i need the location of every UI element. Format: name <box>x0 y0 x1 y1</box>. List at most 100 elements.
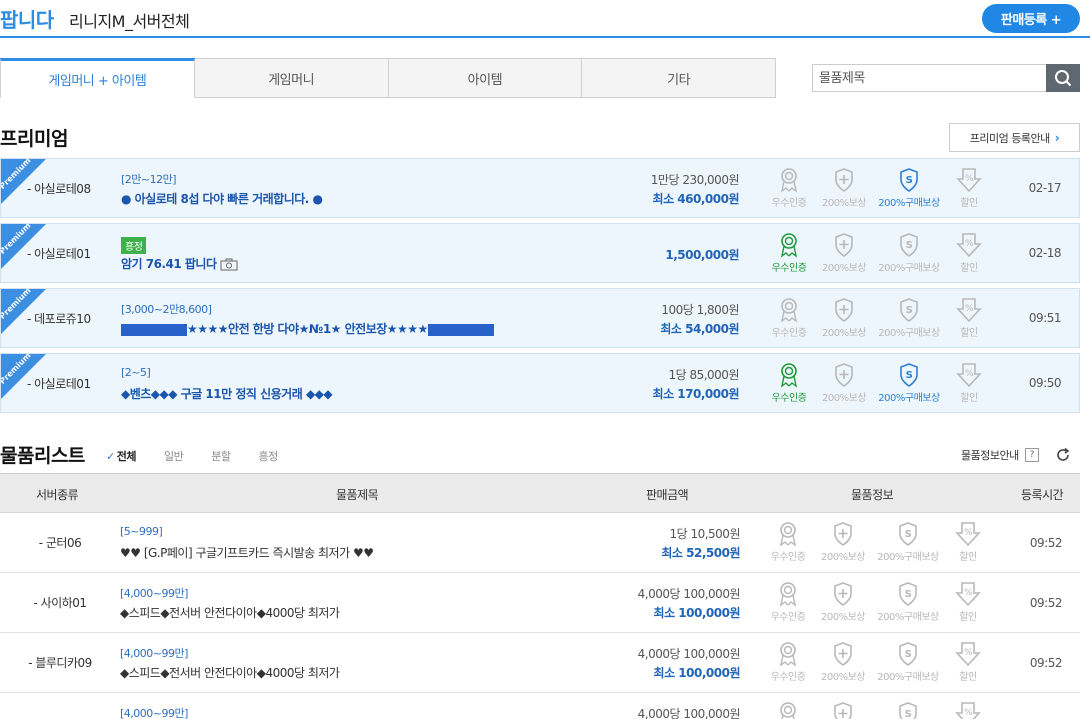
min-price: 최소 54,000원 <box>660 322 739 336</box>
register-date: 09:52 <box>1029 535 1063 550</box>
item-title-text: ◆벤츠◆◆◆ 구글 11만 정직 신용거래 ◆◆◆ <box>121 387 333 401</box>
sell-register-button[interactable]: 판매등록 + <box>982 4 1080 33</box>
filter-all[interactable]: ✓ 전체 <box>106 448 136 464</box>
discount-icon: % <box>928 581 1008 607</box>
svg-text:%: % <box>964 648 973 658</box>
discount-label: 할인 <box>959 672 977 683</box>
search-icon <box>1055 70 1072 87</box>
register-date: 09:51 <box>1028 311 1062 325</box>
discount-badge: % 할인 <box>929 167 1009 209</box>
search-button[interactable] <box>1046 64 1080 92</box>
svg-text:S: S <box>906 240 913 251</box>
register-date: 09:52 <box>1029 655 1063 670</box>
svg-text:S: S <box>905 709 912 719</box>
filter-haggle[interactable]: 흥정 <box>258 448 278 464</box>
register-date: 09:50 <box>1028 376 1062 390</box>
col-time: 등록시간 <box>1021 488 1064 502</box>
quantity-range: [4,000~99만] <box>120 707 188 719</box>
filter-normal[interactable]: 일반 <box>164 448 184 464</box>
help-icon: ? <box>1024 448 1039 462</box>
camera-icon <box>220 258 238 271</box>
quantity-range: [4,000~99만] <box>120 647 188 660</box>
premium-row[interactable]: Premium - 아실로테01 흥정 암기 76.41 팝니다 1,500,000원… <box>0 223 1080 283</box>
svg-text:%: % <box>965 304 974 314</box>
tab-game-money[interactable]: 게임머니 <box>194 58 389 98</box>
item-title[interactable]: 암기 76.41 팝니다 <box>121 255 238 272</box>
discount-badge: % 할인 <box>928 581 1008 623</box>
list-table-header: 서버종류 물품제목 판매금액 물품정보 등록시간 <box>0 473 1080 513</box>
discount-icon: % <box>929 297 1009 323</box>
discount-badge: % 할인 <box>928 521 1008 563</box>
tab-etc[interactable]: 기타 <box>582 58 776 98</box>
table-row[interactable]: [4,000~99만]4,000당 100,000원우수인증200%보상S200… <box>0 693 1080 719</box>
min-price: 최소 100,000원 <box>653 606 741 620</box>
discount-icon: % <box>928 521 1008 547</box>
quantity-range: [2~5] <box>121 366 151 379</box>
tab-money-and-items[interactable]: 게임머니 + 아이템 <box>0 58 195 98</box>
item-title[interactable]: ● 아실로테 8섭 다야 빠른 거래합니다. ● <box>121 190 323 207</box>
premium-guide-label: 프리미엄 등록안내 <box>969 131 1050 145</box>
app: 팝니다 리니지M_서버전체 판매등록 + 게임머니 + 아이템 게임머니 아이템… <box>0 0 1090 719</box>
premium-row[interactable]: Premium - 아실로테08 [2만~12만] ● 아실로테 8섭 다야 빠른 거… <box>0 158 1080 218</box>
discount-label: 할인 <box>960 328 978 339</box>
premium-row[interactable]: Premium - 아실로테01 [2~5] ◆벤츠◆◆◆ 구글 11만 정직 신용거… <box>0 353 1080 413</box>
discount-icon: % <box>929 362 1009 388</box>
chevron-right-icon: › <box>1054 130 1060 145</box>
table-row[interactable]: - 군터06 [5~999] ♥♥ [G.P페이] 구글기프트카드 즉시발송 최저가… <box>0 513 1080 573</box>
svg-text:S: S <box>905 649 912 660</box>
item-title[interactable]: ◆스피드◆전서버 안전다이아◆4000당 최저가 <box>120 604 340 621</box>
quantity-range: [2만~12만] <box>121 173 177 186</box>
filter-split[interactable]: 분할 <box>211 448 231 464</box>
item-title[interactable]: ◆스피드◆전서버 안전다이아◆4000당 최저가 <box>120 664 340 681</box>
min-price: 최소 52,500원 <box>661 546 740 560</box>
discount-badge: % 할인 <box>929 297 1009 339</box>
table-row[interactable]: - 블루디카09 [4,000~99만] ◆스피드◆전서버 안전다이아◆4000당 … <box>0 633 1080 693</box>
discount-label: 할인 <box>960 198 978 209</box>
header: 팝니다 리니지M_서버전체 판매등록 + <box>0 0 1090 38</box>
discount-icon: % <box>929 167 1009 193</box>
register-date: 09:52 <box>1029 595 1063 610</box>
search-input[interactable] <box>812 64 1047 92</box>
table-row[interactable]: - 사이하01 [4,000~99만] ◆스피드◆전서버 안전다이아◆4000당 최… <box>0 573 1080 633</box>
refresh-icon[interactable] <box>1055 447 1071 463</box>
discount-label: 할인 <box>960 393 978 404</box>
item-title[interactable]: ★★★★안전 한방 다야★№1★ 안전보장★★★★ <box>121 320 494 337</box>
quantity-range: [4,000~99만] <box>120 587 188 600</box>
filter-all-label: 전체 <box>116 450 137 463</box>
min-price: 최소 100,000원 <box>653 666 741 680</box>
svg-text:%: % <box>964 528 973 538</box>
premium-row[interactable]: Premium - 데포로쥬10 [3,000~2만8,600] ★★★★안전 한방 … <box>0 288 1080 348</box>
discount-icon: % <box>928 701 1008 719</box>
server-name: - 아실로테01 <box>27 376 91 391</box>
game-title: 리니지M_서버전체 <box>69 12 190 31</box>
premium-title: 프리미엄 <box>0 128 68 150</box>
item-info-guide-label: 물품정보안내 <box>961 449 1019 462</box>
category-tabs: 게임머니 + 아이템 게임머니 아이템 기타 <box>0 58 776 98</box>
item-title-text: ★★★★안전 한방 다야★№1★ 안전보장★★★★ <box>187 322 428 336</box>
unit-price: 1당 85,000원 <box>668 368 739 382</box>
discount-label: 할인 <box>960 263 978 274</box>
discount-badge: % 할인 <box>929 232 1009 274</box>
server-name: - 아실로테01 <box>27 246 91 261</box>
min-price: 1,500,000원 <box>665 248 739 262</box>
item-title-text: ● 아실로테 8섭 다야 빠른 거래합니다. ● <box>121 192 323 206</box>
server-name: - 데포로쥬10 <box>27 311 91 326</box>
quantity-range: [5~999] <box>120 525 163 538</box>
tab-items[interactable]: 아이템 <box>388 58 583 98</box>
unit-price: 1만당 230,000원 <box>650 173 740 187</box>
item-title[interactable]: ◆벤츠◆◆◆ 구글 11만 정직 신용거래 ◆◆◆ <box>121 385 333 402</box>
item-info-guide[interactable]: 물품정보안내 ? <box>961 447 1039 463</box>
unit-price: 4,000당 100,000원 <box>637 707 741 719</box>
col-info: 물품정보 <box>851 488 894 502</box>
discount-badge: % 할인 <box>929 362 1009 404</box>
discount-icon: % <box>929 232 1009 258</box>
col-server: 서버종류 <box>36 488 79 502</box>
min-price: 최소 170,000원 <box>652 387 740 401</box>
discount-badge: % 할인 <box>928 641 1008 683</box>
svg-text:%: % <box>964 588 973 598</box>
svg-text:S: S <box>906 305 913 316</box>
item-title[interactable]: ♥♥ [G.P페이] 구글기프트카드 즉시발송 최저가 ♥♥ <box>120 544 374 561</box>
premium-guide-button[interactable]: 프리미엄 등록안내 › <box>949 123 1080 152</box>
brand-title: 팝니다 <box>0 8 54 32</box>
quantity-range: [3,000~2만8,600] <box>121 303 212 316</box>
